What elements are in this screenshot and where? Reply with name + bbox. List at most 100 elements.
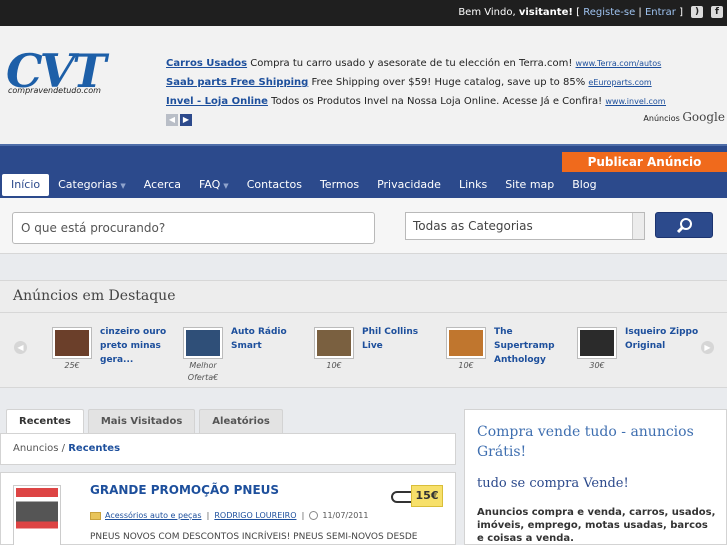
category-select-value: Todas as Categorias xyxy=(413,219,533,233)
nav-item[interactable]: Início xyxy=(2,174,50,196)
ad-title[interactable]: Saab parts Free Shipping xyxy=(166,77,308,88)
main-nav-bar: Publicar Anúncio Início Categorias ▼ Acerca… xyxy=(0,144,727,198)
tab-recentes[interactable]: Recentes xyxy=(6,409,84,433)
listing-category[interactable]: Acessórios auto e peças xyxy=(105,511,201,520)
featured-item-title[interactable]: Isqueiro Zippo Original xyxy=(625,325,701,353)
listing-date: 11/07/2011 xyxy=(322,511,369,520)
featured-item[interactable]: Auto Rádio Smart Melhor Oferta€ xyxy=(183,323,307,385)
nav-label: Acerca xyxy=(143,178,181,191)
featured-item-price: Melhor Oferta€ xyxy=(187,361,219,382)
featured-item-title[interactable]: Phil Collins Live xyxy=(362,325,438,353)
tab-aleatórios[interactable]: Aleatórios xyxy=(199,409,283,433)
featured-thumbnail[interactable] xyxy=(52,327,92,359)
search-button[interactable] xyxy=(655,212,713,238)
listing-meta: Acessórios auto e peças | RODRIGO LOUREI… xyxy=(90,511,368,520)
welcome-text: Bem Vindo, xyxy=(458,7,516,18)
ad-item[interactable]: Invel - Loja Online Todos os Produtos In… xyxy=(166,95,666,114)
nav-item[interactable]: Categorias ▼ xyxy=(49,174,135,196)
sidebar-box: Compra vende tudo - anuncios Grátis! tud… xyxy=(464,409,727,545)
list-item: GRANDE PROMOÇÃO PNEUS 15€ Acessórios aut… xyxy=(0,472,456,545)
ads-by-google[interactable]: Anúncios Google xyxy=(643,110,725,124)
google-logo: Google xyxy=(682,110,725,124)
sidebar-subtitle: tudo se compra Vende! xyxy=(477,476,629,491)
featured-item-price: 10€ xyxy=(458,361,474,370)
facebook-icon[interactable]: f xyxy=(711,6,723,18)
featured-title: Anúncios em Destaque xyxy=(13,288,176,304)
visitor-text: visitante! xyxy=(518,7,573,18)
ad-next-icon[interactable]: ▶ xyxy=(180,114,192,126)
nav-item[interactable]: Termos xyxy=(311,174,368,196)
nav-item[interactable]: Site map xyxy=(496,174,563,196)
featured-thumbnail[interactable] xyxy=(446,327,486,359)
folder-icon xyxy=(90,511,101,520)
register-link[interactable]: Registe-se xyxy=(583,7,635,18)
nav-label: Blog xyxy=(572,178,597,191)
nav-item[interactable]: Privacidade xyxy=(368,174,450,196)
select-arrow-icon xyxy=(632,213,644,239)
featured-item-title[interactable]: cinzeiro ouro preto minas gera... xyxy=(100,325,176,367)
search-bar: O que está procurando? Todas as Categori… xyxy=(0,198,727,254)
ad-text: Free Shipping over $59! Huge catalog, sa… xyxy=(311,77,586,88)
nav-item[interactable]: Acerca xyxy=(135,174,190,196)
featured-item-title[interactable]: Auto Rádio Smart xyxy=(231,325,307,353)
search-icon xyxy=(676,218,692,234)
featured-thumbnail[interactable] xyxy=(577,327,617,359)
ad-url[interactable]: www.invel.com.br xyxy=(605,97,666,106)
featured-item-price: 10€ xyxy=(326,361,342,370)
tab-mais-visitados[interactable]: Mais Visitados xyxy=(87,409,196,433)
ad-prev-icon[interactable]: ◀ xyxy=(166,114,178,126)
featured-divider xyxy=(0,312,727,313)
listing-price: 15€ xyxy=(411,485,443,507)
listing-author[interactable]: RODRIGO LOUREIRO xyxy=(214,511,296,520)
featured-item[interactable]: cinzeiro ouro preto minas gera... 25€ xyxy=(52,323,176,385)
main-nav: Início Categorias ▼ Acerca FAQ ▼ Contactos Term… xyxy=(2,174,606,196)
sidebar-text: Anuncios compra e venda, carros, usados,… xyxy=(477,507,716,544)
featured-item[interactable]: Isqueiro Zippo Original 30€ xyxy=(577,323,701,385)
chevron-down-icon: ▼ xyxy=(120,182,126,190)
category-select[interactable]: Todas as Categorias xyxy=(405,212,645,240)
ad-item[interactable]: Saab parts Free Shipping Free Shipping o… xyxy=(166,76,666,95)
nav-item[interactable]: Contactos xyxy=(238,174,311,196)
carousel-next-icon[interactable]: ▶ xyxy=(701,341,714,354)
featured-item[interactable]: Phil Collins Live 10€ xyxy=(314,323,438,385)
ad-text: Compra tu carro usado y asesorate de tu … xyxy=(250,58,573,69)
breadcrumb-root[interactable]: Anuncios xyxy=(13,443,58,454)
featured-item[interactable]: The Supertramp Anthology 10€ xyxy=(446,323,570,385)
ad-url[interactable]: www.Terra.com/autos xyxy=(576,59,662,68)
nav-item[interactable]: FAQ ▼ xyxy=(190,174,238,196)
nav-item[interactable]: Blog xyxy=(563,174,605,196)
featured-thumbnail[interactable] xyxy=(183,327,223,359)
search-input[interactable]: O que está procurando? xyxy=(12,212,375,244)
login-link[interactable]: Entrar xyxy=(645,7,676,18)
listing-title[interactable]: GRANDE PROMOÇÃO PNEUS xyxy=(90,483,279,497)
listing-thumbnail[interactable] xyxy=(13,485,61,545)
ad-title[interactable]: Carros Usados xyxy=(166,58,247,69)
featured-item-price: 30€ xyxy=(589,361,605,370)
site-logo[interactable]: CVT compravendetudo.com xyxy=(6,44,140,98)
nav-label: Contactos xyxy=(246,178,302,191)
breadcrumb-sep: / xyxy=(61,443,66,454)
ad-item[interactable]: Carros Usados Compra tu carro usado y as… xyxy=(166,57,666,76)
login-links: Bem Vindo, visitante! [ Registe-se | Ent… xyxy=(458,7,683,18)
nav-label: Links xyxy=(458,178,488,191)
ad-block: Carros Usados Compra tu carro usado y as… xyxy=(166,57,666,114)
header: CVT compravendetudo.com Carros Usados Co… xyxy=(0,26,727,144)
nav-item[interactable]: Links xyxy=(450,174,496,196)
ad-title[interactable]: Invel - Loja Online xyxy=(166,96,268,107)
top-bar: Bem Vindo, visitante! [ Registe-se | Ent… xyxy=(0,0,727,26)
ad-url[interactable]: eEuroparts.com xyxy=(588,78,651,87)
listing-description: PNEUS NOVOS COM DESCONTOS INCRÍVEIS! PNE… xyxy=(90,532,418,542)
nav-label: Site map xyxy=(505,178,555,191)
featured-thumbnail[interactable] xyxy=(314,327,354,359)
sidebar-title: Compra vende tudo - anuncios Grátis! xyxy=(477,424,694,460)
clock-icon xyxy=(309,511,319,520)
nav-label: Privacidade xyxy=(377,178,441,191)
logo-domain: compravendetudo.com xyxy=(8,86,101,95)
publish-ad-button[interactable]: Publicar Anúncio xyxy=(562,152,727,172)
nav-label: Termos xyxy=(319,178,360,191)
carousel-prev-icon[interactable]: ◀ xyxy=(14,341,27,354)
breadcrumb: Anuncios / Recentes xyxy=(0,433,456,465)
rss-icon[interactable]: ) xyxy=(691,6,703,18)
featured-item-title[interactable]: The Supertramp Anthology xyxy=(494,325,570,367)
ad-nav: ◀ ▶ xyxy=(166,112,194,126)
